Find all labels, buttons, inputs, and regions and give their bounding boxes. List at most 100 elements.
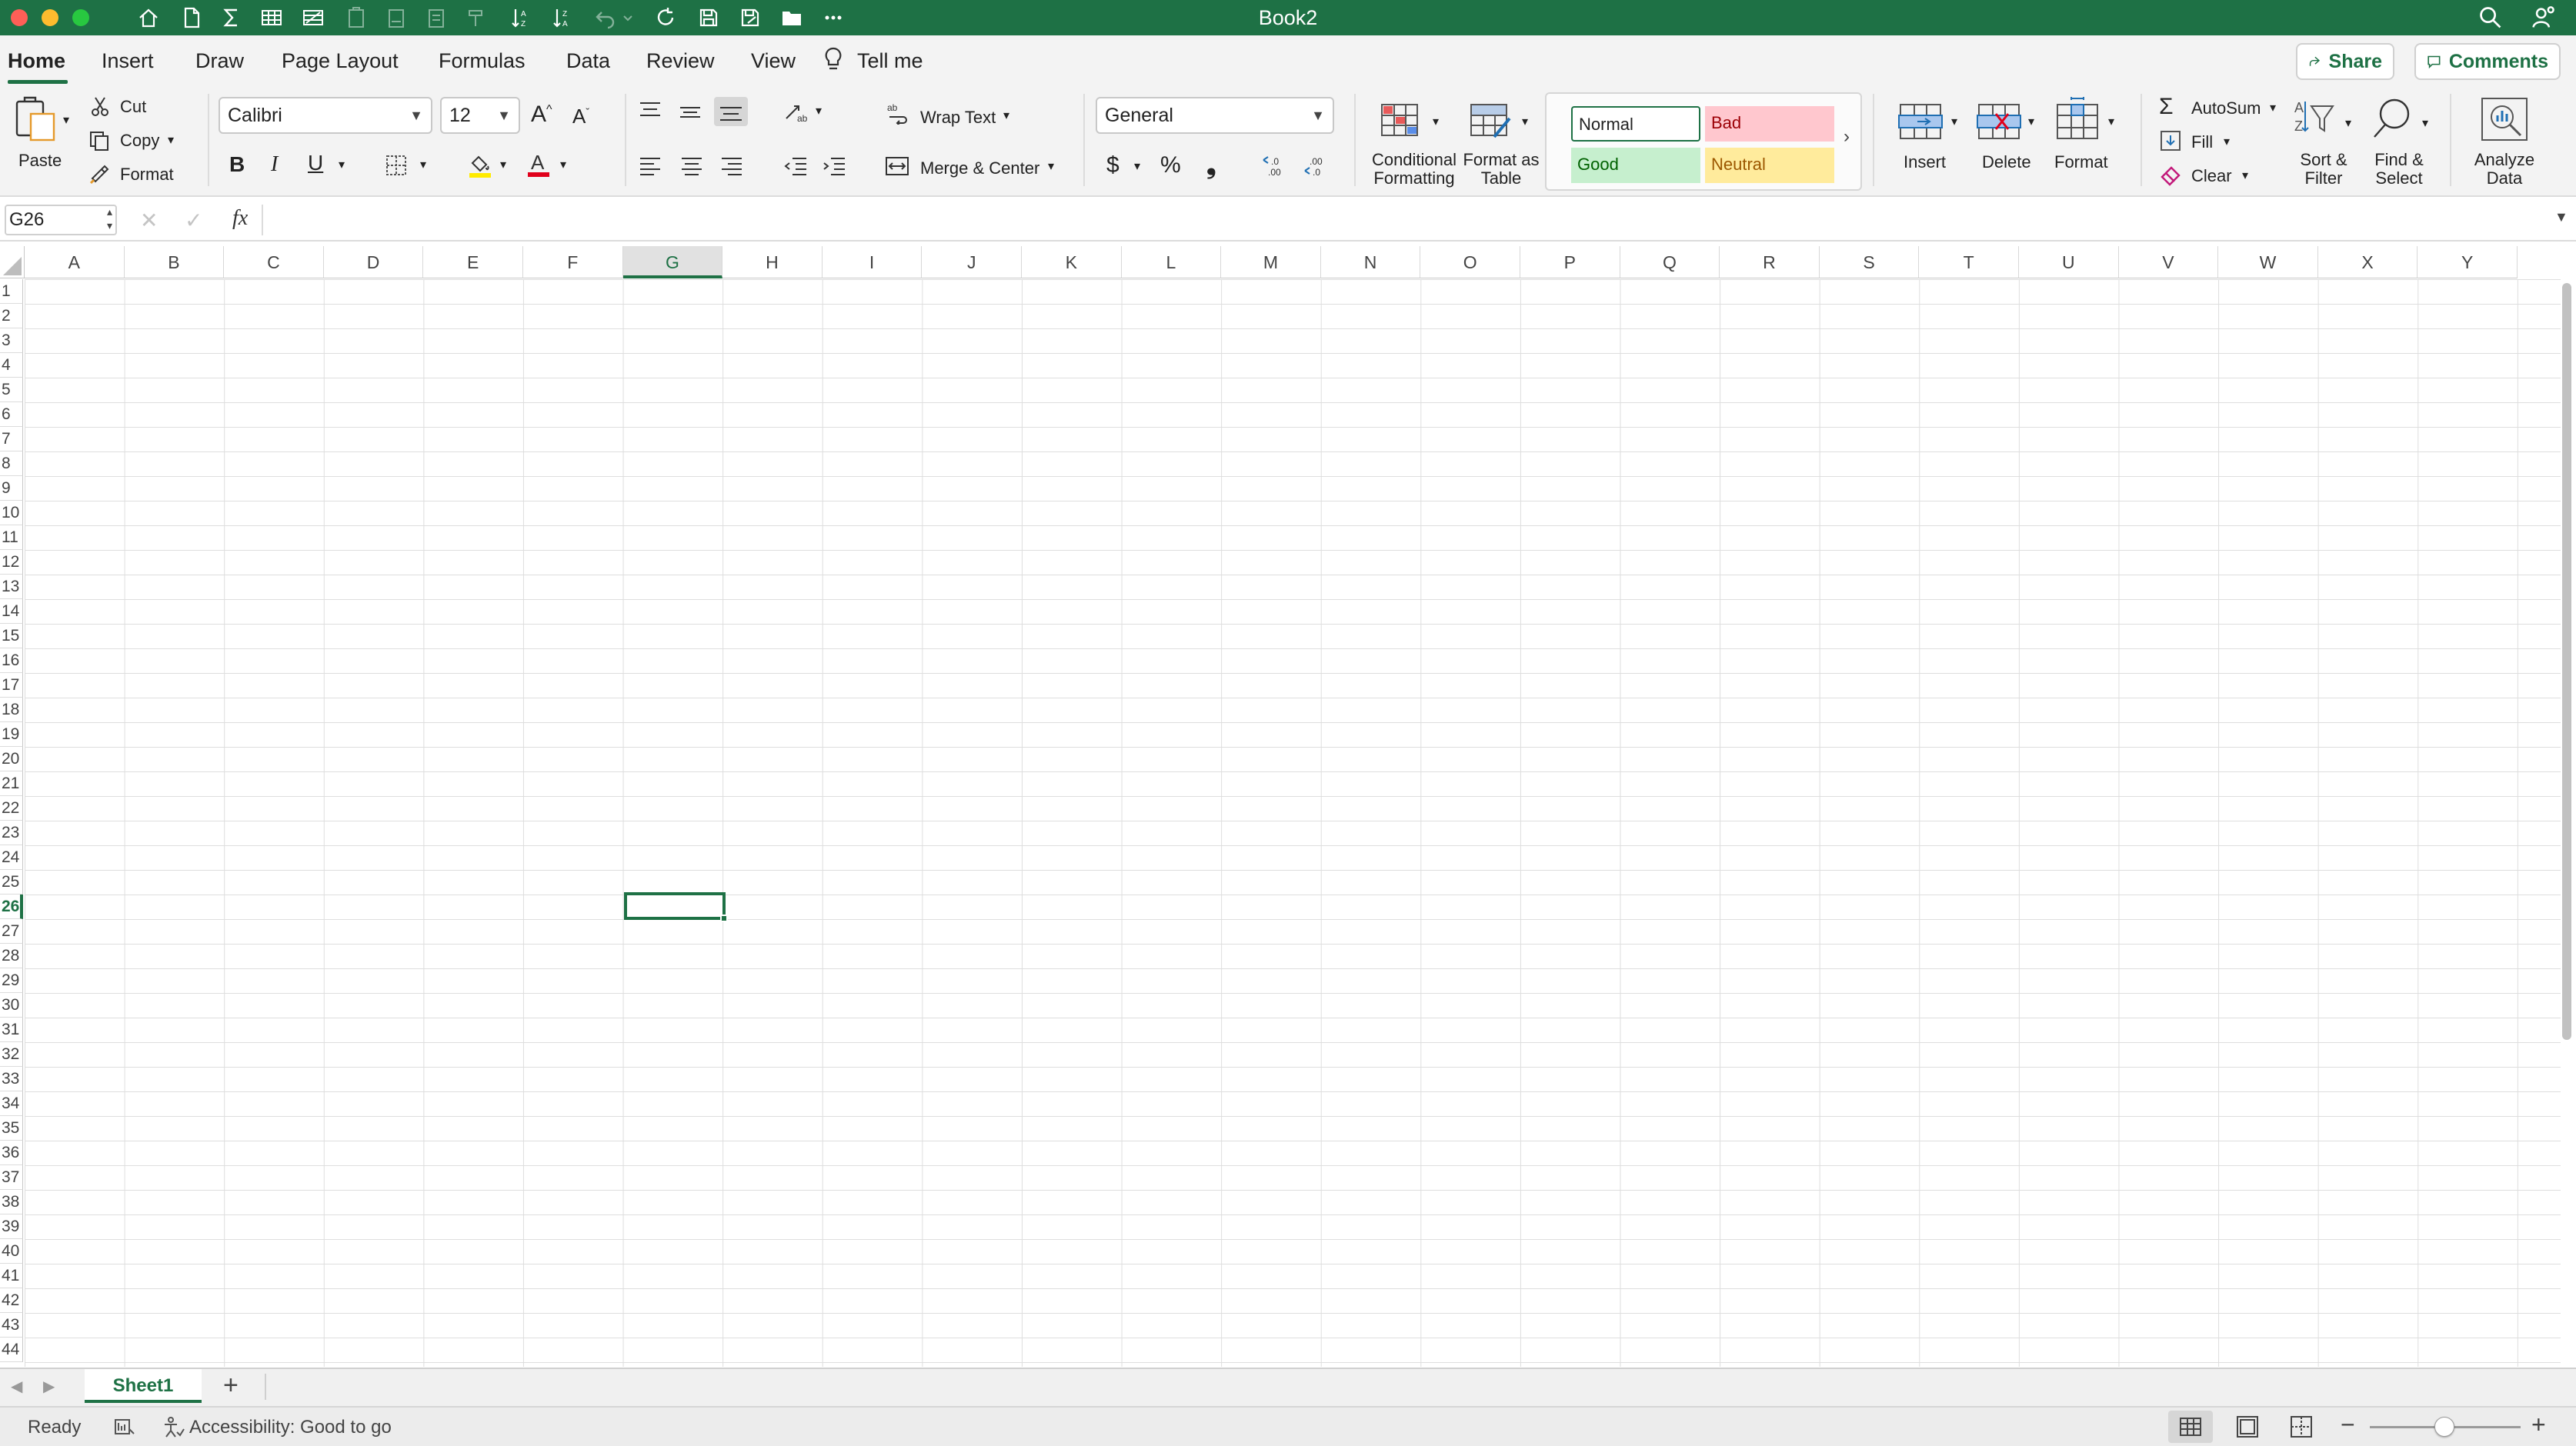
conditional-formatting-button[interactable]: Conditional Formatting (1368, 151, 1460, 188)
row-header[interactable]: 2 (0, 304, 23, 328)
column-header[interactable]: R (1720, 246, 1820, 278)
account-icon[interactable] (2530, 5, 2556, 31)
column-header[interactable]: P (1520, 246, 1620, 278)
column-header[interactable]: O (1420, 246, 1520, 278)
tab-view[interactable]: View (751, 48, 796, 74)
row-header[interactable]: 34 (0, 1091, 23, 1116)
font-size-select[interactable]: 12 ▼ (440, 97, 520, 134)
row-header[interactable]: 7 (0, 427, 23, 451)
column-header[interactable]: K (1022, 246, 1122, 278)
row-header[interactable]: 11 (0, 525, 23, 550)
styles-gallery-next-icon[interactable]: › (1844, 126, 1850, 148)
paste-dropdown-icon[interactable]: ▾ (63, 112, 69, 128)
format-cells-button[interactable]: Format (2054, 152, 2108, 172)
search-icon[interactable] (2478, 5, 2504, 31)
tab-formulas[interactable]: Formulas (439, 48, 526, 74)
row-header[interactable]: 32 (0, 1042, 23, 1067)
column-header[interactable]: I (822, 246, 923, 278)
column-header[interactable]: H (722, 246, 823, 278)
font-color-dropdown-icon[interactable]: ▾ (560, 157, 566, 172)
align-middle-icon[interactable] (679, 102, 702, 123)
macro-recording-icon[interactable] (112, 1415, 135, 1438)
align-center-icon[interactable] (680, 155, 703, 177)
align-right-icon[interactable] (720, 155, 743, 177)
paste-button[interactable]: Paste (18, 151, 62, 171)
column-header[interactable]: V (2118, 246, 2219, 278)
row-header[interactable]: 5 (0, 378, 23, 402)
column-header[interactable]: C (224, 246, 324, 278)
format-as-table-button[interactable]: Format as Table (1459, 151, 1543, 188)
column-header[interactable]: L (1121, 246, 1222, 278)
row-header[interactable]: 22 (0, 796, 23, 821)
tell-me-search[interactable]: Tell me (857, 48, 923, 74)
delete-cells-icon[interactable] (1974, 100, 2024, 143)
autosum-icon[interactable]: Σ (2159, 94, 2174, 120)
delete-cells-dropdown-icon[interactable]: ▾ (2028, 114, 2034, 129)
format-cells-icon[interactable] (2053, 95, 2102, 143)
borders-dropdown-icon[interactable]: ▾ (420, 157, 426, 172)
zoom-slider-thumb[interactable] (2434, 1417, 2454, 1437)
align-bottom-icon[interactable] (714, 97, 748, 126)
column-header[interactable]: Q (1620, 246, 1720, 278)
row-header[interactable]: 23 (0, 821, 23, 845)
row-header[interactable]: 1 (0, 279, 23, 304)
share-button[interactable]: Share (2296, 43, 2394, 80)
italic-icon[interactable]: I (271, 152, 278, 177)
fill-dropdown-icon[interactable]: ▾ (2224, 134, 2230, 149)
column-header[interactable]: G (622, 246, 723, 278)
merge-center-dropdown-icon[interactable]: ▾ (1048, 158, 1054, 174)
column-header[interactable]: X (2317, 246, 2418, 278)
increase-indent-icon[interactable] (822, 155, 846, 177)
row-header[interactable]: 20 (0, 747, 23, 771)
tab-page-layout[interactable]: Page Layout (282, 48, 399, 74)
row-header[interactable]: 16 (0, 648, 23, 673)
eraser-icon[interactable] (2159, 163, 2182, 186)
row-header[interactable]: 19 (0, 722, 23, 747)
conditional-formatting-dropdown-icon[interactable]: ▾ (1433, 114, 1439, 129)
row-header[interactable]: 38 (0, 1190, 23, 1214)
fill-color-dropdown-icon[interactable]: ▾ (500, 157, 506, 172)
fill-button[interactable]: Fill (2191, 132, 2213, 152)
formula-input[interactable] (271, 205, 2541, 235)
add-sheet-button[interactable]: + (223, 1371, 239, 1401)
tab-data[interactable]: Data (566, 48, 610, 74)
style-neutral[interactable]: Neutral (1705, 148, 1834, 183)
row-header[interactable]: 12 (0, 550, 23, 575)
row-header[interactable]: 17 (0, 673, 23, 698)
fill-handle[interactable] (720, 915, 728, 922)
row-header[interactable]: 41 (0, 1264, 23, 1288)
scroll-left-icon[interactable]: ◀ (11, 1377, 22, 1396)
cell-grid[interactable] (25, 279, 2561, 1367)
row-header[interactable]: 15 (0, 624, 23, 648)
row-header[interactable]: 3 (0, 328, 23, 353)
orientation-dropdown-icon[interactable]: ▾ (816, 103, 822, 118)
cut-button[interactable]: Cut (120, 97, 146, 117)
row-header[interactable]: 40 (0, 1239, 23, 1264)
format-cells-dropdown-icon[interactable]: ▾ (2108, 114, 2114, 129)
bold-icon[interactable]: B (229, 152, 245, 177)
wrap-text-button[interactable]: Wrap Text (920, 108, 996, 128)
accessibility-status[interactable]: Accessibility: Good to go (189, 1417, 392, 1438)
number-format-select[interactable]: General ▼ (1096, 97, 1334, 134)
tab-review[interactable]: Review (646, 48, 715, 74)
expand-formula-bar-icon[interactable]: ▼ (2554, 209, 2568, 225)
insert-cells-dropdown-icon[interactable]: ▾ (1951, 114, 1957, 129)
column-header[interactable]: D (323, 246, 424, 278)
analyze-data-button[interactable]: Analyze Data (2462, 151, 2547, 188)
scroll-right-icon[interactable]: ▶ (43, 1377, 55, 1396)
insert-cells-button[interactable]: Insert (1904, 152, 1946, 172)
column-header[interactable]: W (2218, 246, 2318, 278)
row-header[interactable]: 4 (0, 353, 23, 378)
row-header[interactable]: 21 (0, 771, 23, 796)
tab-draw[interactable]: Draw (195, 48, 244, 74)
style-bad[interactable]: Bad (1705, 106, 1834, 142)
underline-dropdown-icon[interactable]: ▾ (339, 157, 345, 172)
column-header[interactable]: N (1320, 246, 1421, 278)
borders-icon[interactable] (385, 154, 408, 177)
row-header[interactable]: 39 (0, 1214, 23, 1239)
row-header[interactable]: 14 (0, 599, 23, 624)
column-header[interactable]: Y (2418, 246, 2518, 278)
row-header[interactable]: 31 (0, 1018, 23, 1042)
merge-center-icon[interactable] (885, 155, 909, 177)
cut-icon[interactable] (89, 95, 111, 117)
